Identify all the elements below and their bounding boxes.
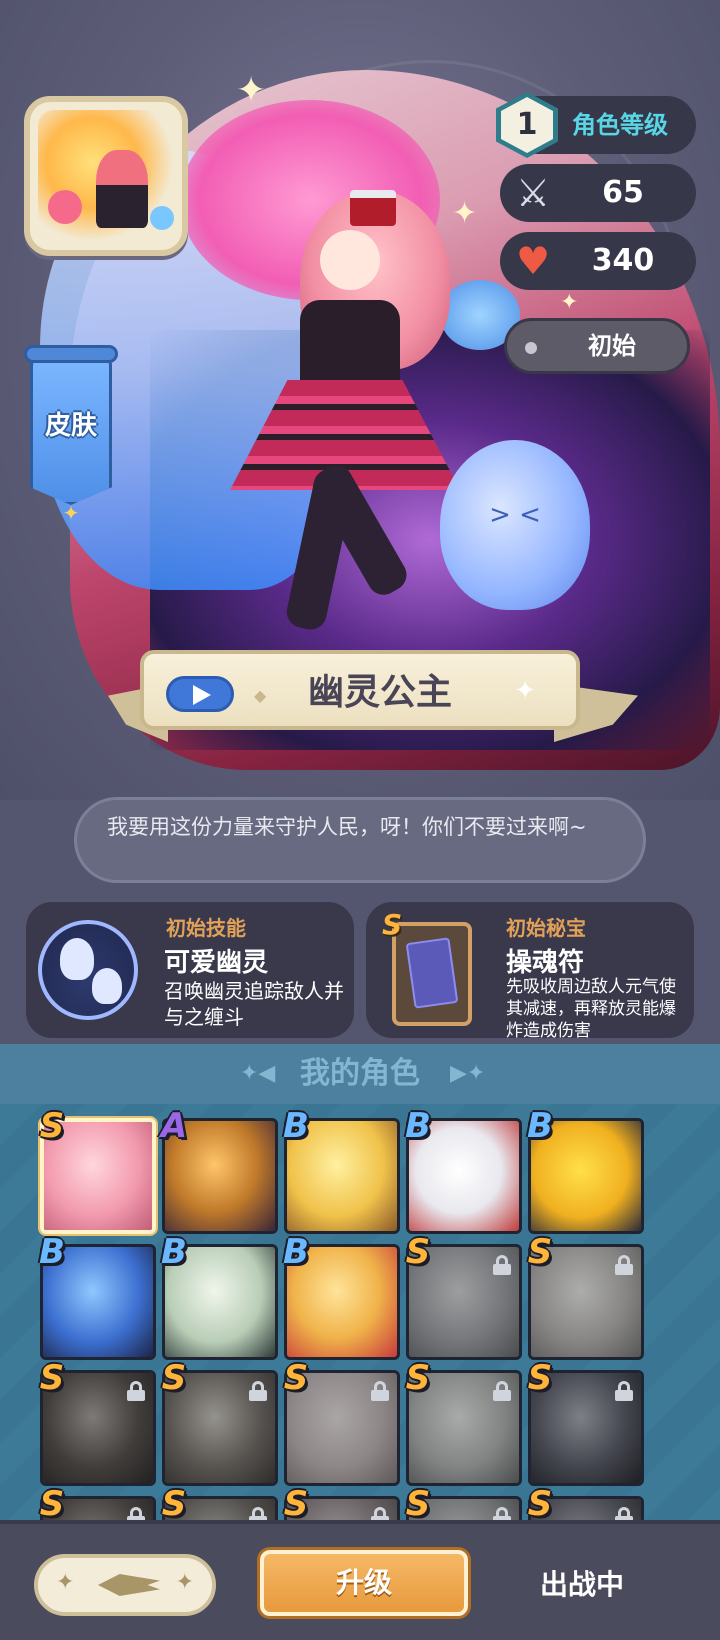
skill-label: 初始技能 [166, 916, 246, 940]
initial-treasure-card[interactable]: S 初始秘宝 操魂符 先吸收周边敌人元气使其减速，再释放灵能爆炸造成伤害 [366, 902, 694, 1041]
grade-badge: B [161, 1232, 187, 1272]
sparkle-icon: ✦ [236, 70, 267, 111]
grade-badge: B [527, 1106, 553, 1146]
initial-skill-card[interactable]: 初始技能 可爱幽灵 召唤幽灵追踪敌人并与之缠斗 [26, 902, 354, 1038]
character-name-banner: ◆ 幽灵公主 ✦ [108, 650, 638, 742]
bottom-action-bar: ✦ ✦ 升级 出战中 [0, 1520, 720, 1640]
hero-character-face [320, 230, 380, 290]
roster-panel[interactable]: S A B B B B B B S S S S S S S S S S S S [0, 1104, 720, 1530]
pixel-ghost-icon [48, 190, 82, 224]
level-label: 角色等级 [572, 111, 668, 139]
portrait-art [38, 110, 174, 242]
lock-icon [493, 1255, 511, 1275]
character-level-pill: 1 角色等级 [496, 92, 696, 158]
state-label: 初始 [588, 332, 636, 360]
hp-stat-pill: ♥ 340 [500, 232, 696, 290]
sparkle-icon: ✦ [62, 501, 80, 525]
voice-play-button[interactable] [166, 676, 234, 712]
treasure-title: 操魂符 [506, 948, 585, 978]
upgrade-button[interactable]: 升级 [260, 1550, 468, 1616]
character-portrait-card[interactable] [24, 96, 188, 256]
grade-badge: S [405, 1484, 431, 1524]
lock-icon [371, 1381, 389, 1401]
grade-badge: S [405, 1358, 431, 1398]
skin-banner-rod [24, 345, 118, 363]
heart-icon: ♥ [515, 239, 551, 283]
skill-title: 可爱幽灵 [164, 948, 269, 978]
grade-badge: B [39, 1232, 65, 1272]
attack-value: 65 [602, 175, 644, 210]
grade-badge: B [405, 1106, 431, 1146]
roster-header: ✦◀ 我的角色 ▶✦ [0, 1044, 720, 1104]
sparkle-icon: ✦ [514, 676, 536, 706]
play-icon [193, 685, 211, 705]
deployed-status[interactable]: 出战中 [512, 1554, 652, 1616]
skin-button[interactable]: 皮肤 ✦ [24, 345, 118, 525]
lock-icon [249, 1381, 267, 1401]
grade-badge: S [161, 1484, 187, 1524]
upgrade-label: 升级 [335, 1566, 392, 1599]
character-quote-box: 我要用这份力量来守护人民，呀！你们不要过来啊~ [74, 797, 646, 883]
hero-character-crown [350, 190, 396, 226]
skin-label: 皮肤 [44, 411, 97, 441]
grade-badge: S [527, 1484, 553, 1524]
grade-badge: S [283, 1484, 309, 1524]
grade-badge: S [39, 1484, 65, 1524]
grade-badge: S [161, 1358, 187, 1398]
grade-badge: S [405, 1232, 431, 1272]
lock-icon [127, 1381, 145, 1401]
skill-description: 召唤幽灵追踪敌人并与之缠斗 [164, 979, 344, 1029]
state-toggle[interactable]: 初始 [504, 318, 690, 374]
sparkle-icon: ✦ [56, 1570, 75, 1595]
pixel-ghost-icon [150, 206, 174, 230]
more-options-button[interactable]: ✦ ✦ [34, 1554, 216, 1616]
name-plate: ◆ 幽灵公主 ✦ [140, 650, 580, 730]
pixel-character-sprite [96, 150, 148, 228]
treasure-grade-badge: S [382, 908, 403, 941]
attack-stat-pill: ⚔ 65 [500, 164, 696, 222]
sparkle-icon: ✦ [560, 290, 579, 315]
grade-badge: B [283, 1106, 309, 1146]
lock-icon [615, 1381, 633, 1401]
character-quote: 我要用这份力量来守护人民，呀！你们不要过来啊~ [107, 815, 587, 839]
treasure-description: 先吸收周边敌人元气使其减速，再释放灵能爆炸造成伤害 [506, 977, 676, 1041]
ghost-skill-icon [38, 920, 138, 1020]
grade-badge: A [160, 1106, 188, 1146]
ornament-right-icon: ▶✦ [450, 1061, 486, 1086]
emblem-icon [98, 1574, 160, 1596]
sword-icon: ⚔ [515, 171, 551, 215]
roster-title: 我的角色 [300, 1056, 420, 1091]
grade-badge: S [39, 1106, 65, 1146]
hero-ghost-companion: > < [440, 440, 590, 610]
sparkle-icon: ✦ [175, 1570, 194, 1595]
hp-value: 340 [591, 243, 655, 278]
lock-icon [615, 1255, 633, 1275]
grade-badge: S [527, 1358, 553, 1398]
sparkle-icon: ✦ [452, 196, 478, 231]
talisman-icon [392, 922, 472, 1026]
state-dot-icon [525, 342, 537, 354]
lock-icon [493, 1381, 511, 1401]
grade-badge: B [283, 1232, 309, 1272]
grade-badge: S [39, 1358, 65, 1398]
grade-badge: S [283, 1358, 309, 1398]
character-name: 幽灵公主 [307, 672, 452, 713]
grade-badge: S [527, 1232, 553, 1272]
level-number: 1 [501, 97, 553, 153]
treasure-label: 初始秘宝 [506, 916, 586, 940]
